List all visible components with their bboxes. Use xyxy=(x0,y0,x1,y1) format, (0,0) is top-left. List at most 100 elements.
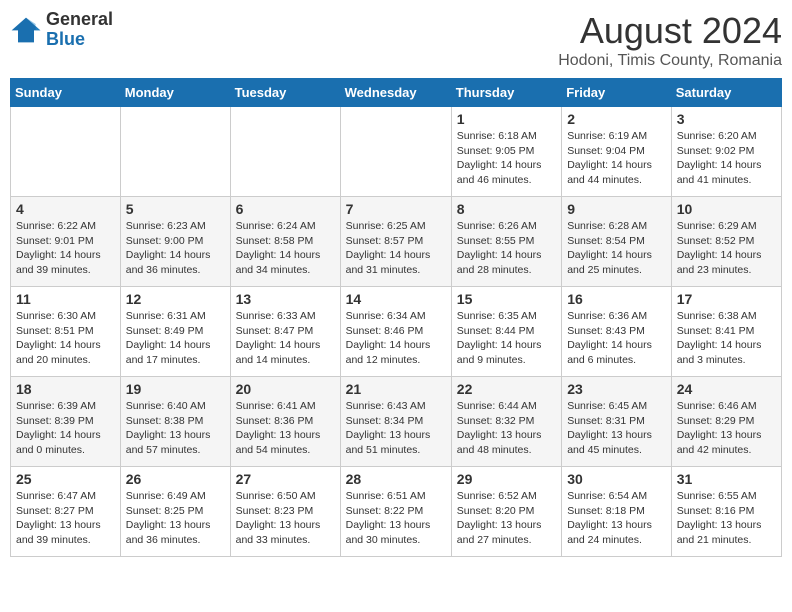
day-number: 25 xyxy=(16,471,115,487)
calendar-cell: 12 Sunrise: 6:31 AMSunset: 8:49 PMDayligh… xyxy=(120,287,230,377)
calendar-cell: 18 Sunrise: 6:39 AMSunset: 8:39 PMDayligh… xyxy=(11,377,121,467)
day-number: 17 xyxy=(677,291,776,307)
location: Hodoni, Timis County, Romania xyxy=(558,52,782,70)
day-number: 3 xyxy=(677,111,776,127)
calendar-cell: 19 Sunrise: 6:40 AMSunset: 8:38 PMDayligh… xyxy=(120,377,230,467)
calendar-header-wednesday: Wednesday xyxy=(340,79,451,107)
day-number: 30 xyxy=(567,471,666,487)
logo: General Blue xyxy=(10,10,113,50)
calendar-cell: 5 Sunrise: 6:23 AMSunset: 9:00 PMDaylight… xyxy=(120,197,230,287)
day-info: Sunrise: 6:46 AMSunset: 8:29 PMDaylight:… xyxy=(677,399,776,458)
day-number: 6 xyxy=(236,201,335,217)
day-info: Sunrise: 6:25 AMSunset: 8:57 PMDaylight:… xyxy=(346,219,446,278)
calendar-cell: 17 Sunrise: 6:38 AMSunset: 8:41 PMDayligh… xyxy=(671,287,781,377)
day-number: 14 xyxy=(346,291,446,307)
calendar-cell: 22 Sunrise: 6:44 AMSunset: 8:32 PMDayligh… xyxy=(451,377,561,467)
day-info: Sunrise: 6:38 AMSunset: 8:41 PMDaylight:… xyxy=(677,309,776,368)
day-info: Sunrise: 6:35 AMSunset: 8:44 PMDaylight:… xyxy=(457,309,556,368)
logo-text: General Blue xyxy=(46,10,113,50)
logo-general: General xyxy=(46,9,113,29)
day-info: Sunrise: 6:30 AMSunset: 8:51 PMDaylight:… xyxy=(16,309,115,368)
day-info: Sunrise: 6:49 AMSunset: 8:25 PMDaylight:… xyxy=(126,489,225,548)
calendar-body: 1Sunrise: 6:18 AMSunset: 9:05 PMDaylight… xyxy=(11,107,782,557)
calendar-cell: 30 Sunrise: 6:54 AMSunset: 8:18 PMDayligh… xyxy=(562,467,672,557)
month-year: August 2024 xyxy=(558,10,782,52)
day-info: Sunrise: 6:50 AMSunset: 8:23 PMDaylight:… xyxy=(236,489,335,548)
day-info: Sunrise: 6:31 AMSunset: 8:49 PMDaylight:… xyxy=(126,309,225,368)
day-info: Sunrise: 6:29 AMSunset: 8:52 PMDaylight:… xyxy=(677,219,776,278)
day-info: Sunrise: 6:43 AMSunset: 8:34 PMDaylight:… xyxy=(346,399,446,458)
calendar-week-2: 4 Sunrise: 6:22 AMSunset: 9:01 PMDaylight… xyxy=(11,197,782,287)
day-info: Sunrise: 6:20 AMSunset: 9:02 PMDaylight:… xyxy=(677,129,776,188)
calendar-cell: 23 Sunrise: 6:45 AMSunset: 8:31 PMDayligh… xyxy=(562,377,672,467)
day-info: Sunrise: 6:24 AMSunset: 8:58 PMDaylight:… xyxy=(236,219,335,278)
calendar-header-sunday: Sunday xyxy=(11,79,121,107)
calendar-week-4: 18 Sunrise: 6:39 AMSunset: 8:39 PMDayligh… xyxy=(11,377,782,467)
day-info: Sunrise: 6:19 AMSunset: 9:04 PMDaylight:… xyxy=(567,129,666,188)
day-info: Sunrise: 6:44 AMSunset: 8:32 PMDaylight:… xyxy=(457,399,556,458)
calendar-cell xyxy=(120,107,230,197)
day-number: 5 xyxy=(126,201,225,217)
calendar-header-tuesday: Tuesday xyxy=(230,79,340,107)
day-number: 13 xyxy=(236,291,335,307)
calendar-header-saturday: Saturday xyxy=(671,79,781,107)
day-number: 8 xyxy=(457,201,556,217)
day-info: Sunrise: 6:18 AMSunset: 9:05 PMDaylight:… xyxy=(457,129,556,188)
calendar-cell: 3 Sunrise: 6:20 AMSunset: 9:02 PMDaylight… xyxy=(671,107,781,197)
calendar-cell: 2 Sunrise: 6:19 AMSunset: 9:04 PMDaylight… xyxy=(562,107,672,197)
day-number: 2 xyxy=(567,111,666,127)
day-number: 4 xyxy=(16,201,115,217)
day-info: Sunrise: 6:26 AMSunset: 8:55 PMDaylight:… xyxy=(457,219,556,278)
calendar-header-thursday: Thursday xyxy=(451,79,561,107)
day-info: Sunrise: 6:39 AMSunset: 8:39 PMDaylight:… xyxy=(16,399,115,458)
calendar-cell: 10Sunrise: 6:29 AMSunset: 8:52 PMDayligh… xyxy=(671,197,781,287)
calendar-cell: 15 Sunrise: 6:35 AMSunset: 8:44 PMDayligh… xyxy=(451,287,561,377)
day-info: Sunrise: 6:55 AMSunset: 8:16 PMDaylight:… xyxy=(677,489,776,548)
calendar-cell: 16Sunrise: 6:36 AMSunset: 8:43 PMDayligh… xyxy=(562,287,672,377)
day-number: 21 xyxy=(346,381,446,397)
calendar-header-friday: Friday xyxy=(562,79,672,107)
calendar-cell: 27 Sunrise: 6:50 AMSunset: 8:23 PMDayligh… xyxy=(230,467,340,557)
day-number: 19 xyxy=(126,381,225,397)
calendar-table: SundayMondayTuesdayWednesdayThursdayFrid… xyxy=(10,78,782,557)
day-number: 12 xyxy=(126,291,225,307)
calendar-cell: 21 Sunrise: 6:43 AMSunset: 8:34 PMDayligh… xyxy=(340,377,451,467)
day-number: 29 xyxy=(457,471,556,487)
day-info: Sunrise: 6:41 AMSunset: 8:36 PMDaylight:… xyxy=(236,399,335,458)
calendar-cell: 6 Sunrise: 6:24 AMSunset: 8:58 PMDaylight… xyxy=(230,197,340,287)
logo-icon xyxy=(10,16,42,44)
calendar-cell: 11 Sunrise: 6:30 AMSunset: 8:51 PMDayligh… xyxy=(11,287,121,377)
calendar-cell: 28Sunrise: 6:51 AMSunset: 8:22 PMDayligh… xyxy=(340,467,451,557)
day-info: Sunrise: 6:45 AMSunset: 8:31 PMDaylight:… xyxy=(567,399,666,458)
day-info: Sunrise: 6:52 AMSunset: 8:20 PMDaylight:… xyxy=(457,489,556,548)
day-number: 20 xyxy=(236,381,335,397)
day-info: Sunrise: 6:34 AMSunset: 8:46 PMDaylight:… xyxy=(346,309,446,368)
day-number: 24 xyxy=(677,381,776,397)
day-info: Sunrise: 6:23 AMSunset: 9:00 PMDaylight:… xyxy=(126,219,225,278)
day-info: Sunrise: 6:40 AMSunset: 8:38 PMDaylight:… xyxy=(126,399,225,458)
calendar-cell: 20 Sunrise: 6:41 AMSunset: 8:36 PMDayligh… xyxy=(230,377,340,467)
day-number: 9 xyxy=(567,201,666,217)
calendar-cell: 29 Sunrise: 6:52 AMSunset: 8:20 PMDayligh… xyxy=(451,467,561,557)
day-number: 11 xyxy=(16,291,115,307)
day-info: Sunrise: 6:54 AMSunset: 8:18 PMDaylight:… xyxy=(567,489,666,548)
logo-blue: Blue xyxy=(46,29,85,49)
day-info: Sunrise: 6:47 AMSunset: 8:27 PMDaylight:… xyxy=(16,489,115,548)
day-number: 27 xyxy=(236,471,335,487)
day-number: 22 xyxy=(457,381,556,397)
day-info: Sunrise: 6:36 AMSunset: 8:43 PMDaylight:… xyxy=(567,309,666,368)
calendar-header-monday: Monday xyxy=(120,79,230,107)
day-number: 15 xyxy=(457,291,556,307)
calendar-cell xyxy=(11,107,121,197)
calendar-cell: 1Sunrise: 6:18 AMSunset: 9:05 PMDaylight… xyxy=(451,107,561,197)
calendar-week-3: 11 Sunrise: 6:30 AMSunset: 8:51 PMDayligh… xyxy=(11,287,782,377)
calendar-cell: 26Sunrise: 6:49 AMSunset: 8:25 PMDayligh… xyxy=(120,467,230,557)
calendar-cell: 4 Sunrise: 6:22 AMSunset: 9:01 PMDaylight… xyxy=(11,197,121,287)
calendar-cell: 14 Sunrise: 6:34 AMSunset: 8:46 PMDayligh… xyxy=(340,287,451,377)
title-section: August 2024 Hodoni, Timis County, Romani… xyxy=(558,10,782,70)
day-number: 18 xyxy=(16,381,115,397)
calendar-cell: 31Sunrise: 6:55 AMSunset: 8:16 PMDayligh… xyxy=(671,467,781,557)
day-info: Sunrise: 6:22 AMSunset: 9:01 PMDaylight:… xyxy=(16,219,115,278)
calendar-cell: 13Sunrise: 6:33 AMSunset: 8:47 PMDayligh… xyxy=(230,287,340,377)
day-number: 23 xyxy=(567,381,666,397)
